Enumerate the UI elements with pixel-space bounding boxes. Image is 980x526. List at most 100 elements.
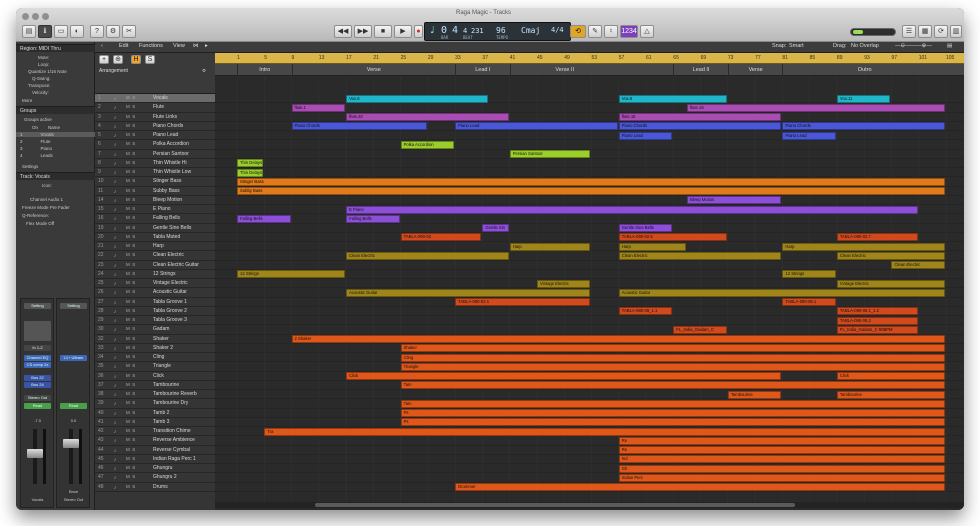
rewind-button[interactable]: ◀◀ (334, 25, 352, 38)
region[interactable]: TABLA-090-06.1_1.2 (836, 307, 918, 316)
track-row-qref[interactable]: Q-Reference: (16, 213, 95, 218)
mute-solo-buttons[interactable]: M S (126, 233, 135, 241)
mute-solo-buttons[interactable]: M S (126, 242, 135, 250)
mixer-icon[interactable]: ⚙ (106, 25, 120, 38)
region[interactable]: Piano Lead (618, 131, 673, 140)
track-header[interactable]: 48 ♪ M S Drums (95, 483, 215, 492)
region[interactable]: Falling Bells (237, 214, 291, 223)
region[interactable]: TABLA-090-02.1 (455, 298, 591, 306)
region[interactable]: Piano Chords (618, 122, 782, 131)
region[interactable]: TABLA-090-06.2 (836, 316, 918, 325)
region[interactable]: Clean Electric (618, 251, 782, 260)
track-row-freeze[interactable]: Freeze Mode Pre Fader (16, 205, 95, 210)
mute-solo-buttons[interactable]: M S (126, 177, 135, 185)
region[interactable]: Tambourine (727, 390, 782, 399)
strip-plugin-ultramaximizer[interactable]: L1+ Ultram (60, 355, 87, 361)
mute-solo-buttons[interactable]: M S (126, 455, 135, 463)
browser-icon[interactable]: ▥ (950, 25, 962, 38)
arrangement-marker[interactable]: Verse II (509, 64, 619, 76)
region[interactable]: Polka Accordion (400, 140, 455, 149)
mute-solo-buttons[interactable]: M S (126, 409, 135, 417)
track-header[interactable]: 32 ♪ M S Shaker (95, 335, 215, 344)
arrangement-marker[interactable]: Lead I (455, 64, 510, 76)
region[interactable]: Acoustic Guitar (346, 288, 591, 297)
mute-solo-buttons[interactable]: M S (126, 483, 135, 491)
region[interactable]: Indian Perc (618, 473, 945, 482)
track-lane[interactable] (215, 159, 964, 168)
track-header[interactable]: 9 ♪ M S Thin Whistle Low (95, 168, 215, 178)
region[interactable]: Clean Electric (891, 261, 945, 269)
arrangement-marker[interactable]: Lead II (673, 64, 728, 76)
strip-setting-button[interactable]: Setting (24, 303, 51, 309)
view-toggle-icon[interactable]: ▤ (947, 43, 952, 49)
region[interactable]: Click (346, 372, 782, 380)
notepad-icon[interactable]: ▦ (918, 25, 932, 38)
region[interactable]: Clean Electric (836, 251, 945, 260)
track-lane[interactable] (215, 113, 964, 122)
mute-solo-buttons[interactable]: M S (126, 307, 135, 315)
region[interactable]: Tra (264, 427, 945, 436)
strip-setting-button[interactable]: Setting (60, 303, 87, 309)
metronome-icon[interactable]: △ (640, 25, 654, 38)
track-lane[interactable] (215, 224, 964, 233)
mute-solo-buttons[interactable]: M S (126, 140, 135, 148)
region[interactable]: Harp (509, 242, 591, 251)
close-window-button[interactable] (22, 13, 29, 20)
track-lane[interactable] (215, 196, 964, 205)
inspector-row-qswing[interactable]: Q-Swing: (16, 76, 95, 81)
region[interactable]: 2 Shaker (291, 335, 945, 343)
track-header[interactable]: 20 ♪ M S Tabla Muted (95, 233, 215, 242)
track-row-icon[interactable]: Icon: (16, 183, 95, 188)
region[interactable]: TABLA-090-02.7 (836, 233, 918, 242)
track-header[interactable]: 33 ♪ M S Shaker 2 (95, 344, 215, 353)
inspector-icon[interactable]: ℹ (38, 25, 52, 38)
edit-menu[interactable]: Edit (119, 43, 128, 49)
view-menu[interactable]: View (173, 43, 185, 49)
region[interactable]: FL_India_Gadam_C (673, 325, 727, 334)
region[interactable]: Cling (400, 353, 945, 362)
region[interactable]: Acoustic Guitar (618, 288, 945, 297)
region[interactable]: 12 Strings (782, 270, 836, 279)
track-header[interactable]: 36 ♪ M S Click (95, 372, 215, 381)
region[interactable]: Persian Santoor (509, 150, 591, 158)
track-header[interactable]: 27 ♪ M S Tabla Groove 1 (95, 298, 215, 307)
track-header[interactable]: 21 ♪ M S Harp (95, 242, 215, 252)
track-header[interactable]: 10 ♪ M S Stinger Bass (95, 177, 215, 187)
mute-solo-buttons[interactable]: M S (126, 122, 135, 130)
region[interactable]: Bleep Motion (686, 196, 782, 205)
region[interactable]: Gentle Sine Bells (618, 224, 673, 232)
loop-browser-icon[interactable]: ⟳ (934, 25, 948, 38)
group-row-4[interactable]: 4 Leads (16, 153, 95, 158)
strip-bounce-button[interactable]: Bnce (60, 489, 87, 495)
replace-icon[interactable]: ✎ (588, 25, 602, 38)
region[interactable]: Shaker (400, 344, 945, 353)
bar-ruler[interactable]: 1 5 9 13 17 21 25 29 33 37 41 45 49 53 57 61 65 69 73 77 81 8… (215, 53, 964, 64)
region[interactable]: FL_India_Gadam_C 90BPM (836, 325, 918, 334)
mute-solo-buttons[interactable]: M S (126, 187, 135, 195)
scroll-thumb[interactable] (315, 503, 795, 507)
record-button[interactable]: ● (414, 25, 423, 38)
track-header[interactable]: 28 ♪ M S Tabla Groove 2 (95, 307, 215, 316)
mute-solo-buttons[interactable]: M S (126, 131, 135, 139)
region[interactable]: Harp (782, 242, 945, 251)
region[interactable]: Ps (400, 409, 945, 417)
region[interactable]: Tambourine (836, 390, 945, 399)
eq-thumbnail[interactable] (24, 321, 51, 341)
count-in-button[interactable]: 1234 (620, 25, 638, 38)
region[interactable]: Re (618, 436, 945, 445)
lcd-display[interactable]: ♩ 0 4 4 231 96 Cmaj 4/4 BAR BEAT TEMPO (424, 22, 571, 41)
region[interactable]: Piano Lead (782, 131, 836, 140)
region[interactable]: Triangle (400, 362, 945, 371)
region[interactable]: Re (618, 446, 945, 454)
region[interactable]: flute.16 (686, 103, 945, 112)
mute-solo-buttons[interactable]: M S (126, 150, 135, 158)
track-header[interactable]: 34 ♪ M S Cling (95, 353, 215, 363)
zoom-slider[interactable]: —⊖———⊕— (895, 43, 932, 49)
strip-plugin-comp[interactable]: CS comp 2x (24, 362, 51, 368)
mute-solo-buttons[interactable]: M S (126, 316, 135, 324)
mute-solo-buttons[interactable]: M S (126, 196, 135, 204)
functions-menu[interactable]: Functions (139, 43, 163, 49)
region[interactable]: flute.1 (291, 103, 346, 112)
region[interactable]: Piano Chords (782, 122, 945, 131)
region[interactable]: Ind (618, 455, 945, 464)
